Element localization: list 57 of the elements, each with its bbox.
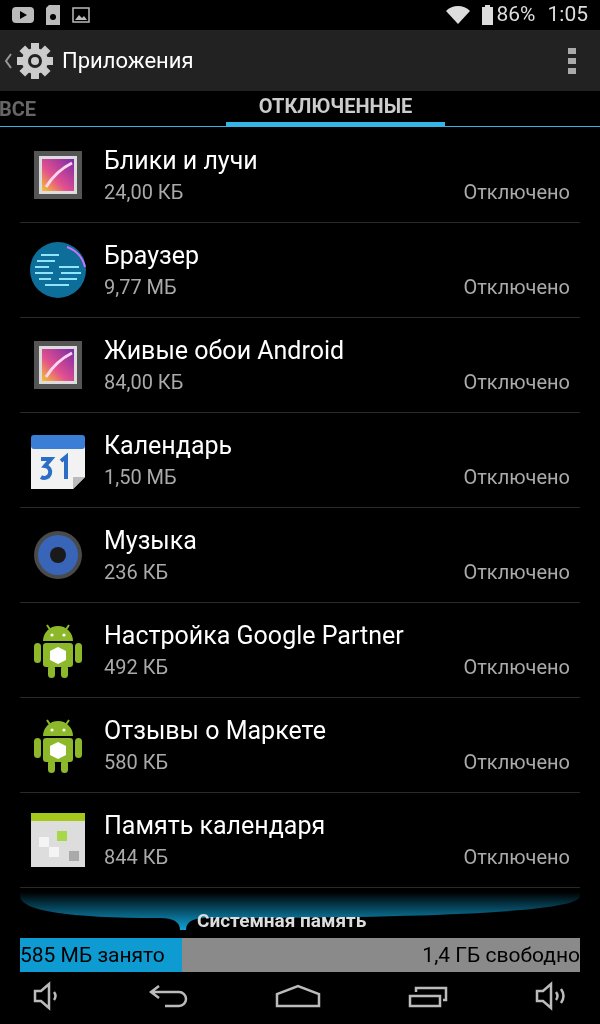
app-size: 492 КБ bbox=[104, 654, 169, 682]
battery-icon bbox=[481, 5, 493, 25]
app-status: Отключено bbox=[463, 274, 571, 302]
app-name: Память календаря bbox=[104, 810, 327, 843]
app-status: Отключено bbox=[463, 464, 571, 492]
tab[interactable]: ОТКЛЮЧЕННЫЕ bbox=[226, 91, 446, 128]
app-name: Живые обои Android bbox=[104, 335, 346, 368]
app-list-item[interactable]: Настройка Google Partner 492 КБ Отключено bbox=[20, 603, 580, 699]
app-status: Отключено bbox=[463, 179, 571, 207]
storage-used-label: 585 МБ занято bbox=[20, 942, 165, 970]
storage-free-label: 1,4 ГБ свободно bbox=[422, 942, 580, 970]
volume-up-icon[interactable] bbox=[534, 981, 568, 1012]
app-list-item[interactable]: Живые обои Android 84,00 КБ Отключено bbox=[20, 318, 580, 414]
app-status: Отключено bbox=[463, 369, 571, 397]
recent-apps-icon[interactable] bbox=[407, 984, 448, 1009]
app-status: Отключено bbox=[463, 559, 571, 587]
clock: 1:05 bbox=[547, 1, 588, 29]
app-size: 844 КБ bbox=[104, 844, 169, 872]
app-list-item[interactable]: Блики и лучи 24,00 КБ Отключено bbox=[20, 128, 580, 224]
app-size: 580 КБ bbox=[104, 749, 169, 777]
back-button[interactable] bbox=[4, 41, 54, 80]
globe-icon bbox=[29, 241, 87, 300]
gallery-icon bbox=[34, 151, 82, 200]
app-size: 236 КБ bbox=[104, 559, 169, 587]
app-name: Календарь bbox=[104, 430, 234, 463]
app-size: 9,77 МБ bbox=[104, 274, 177, 302]
image-icon bbox=[72, 7, 90, 23]
app-status: Отключено bbox=[463, 844, 571, 872]
app-name: Музыка bbox=[104, 525, 198, 558]
app-list-item[interactable]: Браузер 9,77 МБ Отключено bbox=[20, 223, 580, 319]
home-icon[interactable] bbox=[275, 984, 321, 1009]
app-status: Отключено bbox=[463, 749, 571, 777]
tab[interactable]: ВСЕ bbox=[0, 91, 37, 128]
app-list-item[interactable]: Календарь 1,50 МБ Отключено bbox=[20, 413, 580, 509]
sd-card-icon bbox=[46, 5, 60, 25]
back-icon[interactable] bbox=[148, 983, 189, 1010]
gallery-icon bbox=[34, 341, 82, 390]
video-icon bbox=[12, 7, 34, 23]
app-name: Браузер bbox=[104, 240, 201, 273]
app-list-item[interactable]: Память календаря 844 КБ Отключено bbox=[20, 793, 580, 889]
speaker-icon bbox=[33, 530, 83, 581]
overflow-menu-icon[interactable] bbox=[568, 47, 576, 74]
app-list-item[interactable]: Музыка 236 КБ Отключено bbox=[20, 508, 580, 604]
app-name: Настройка Google Partner bbox=[104, 620, 405, 653]
app-size: 1,50 МБ bbox=[104, 464, 177, 492]
screen-title: Приложения bbox=[62, 47, 194, 75]
app-status: Отключено bbox=[463, 654, 571, 682]
app-name: Блики и лучи bbox=[104, 145, 259, 178]
battery-percent: 86% bbox=[496, 1, 536, 29]
app-name: Отзывы о Маркете bbox=[104, 715, 327, 748]
back-caret-icon bbox=[4, 52, 12, 69]
app-size: 84,00 КБ bbox=[104, 369, 184, 397]
app-size: 24,00 КБ bbox=[104, 179, 184, 207]
calendar-grid-icon bbox=[31, 813, 85, 868]
app-list-item[interactable]: Отзывы о Маркете 580 КБ Отключено bbox=[20, 698, 580, 794]
gear-icon bbox=[16, 41, 54, 80]
wifi-icon bbox=[445, 6, 470, 24]
